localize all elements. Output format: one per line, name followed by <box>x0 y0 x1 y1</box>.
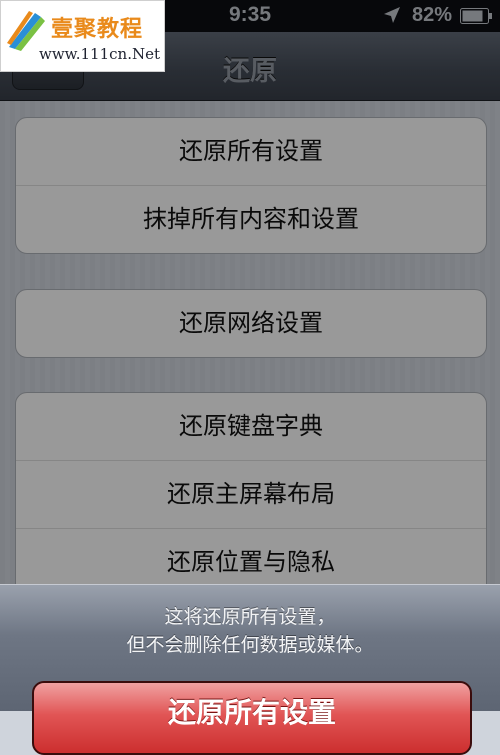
watermark-url: www.111cn.Net <box>39 45 160 63</box>
watermark-name: 壹聚教程 <box>51 16 144 42</box>
confirm-reset-button[interactable]: 还原所有设置 <box>32 681 472 755</box>
message-line-1: 这将还原所有设置， <box>164 606 336 628</box>
action-sheet: 这将还原所有设置， 但不会删除任何数据或媒体。 还原所有设置 <box>0 584 500 755</box>
action-sheet-message: 这将还原所有设置， 但不会删除任何数据或媒体。 <box>0 603 500 659</box>
message-line-2: 但不会删除任何数据或媒体。 <box>126 634 374 656</box>
watermark-logo: 壹聚教程 www.111cn.Net <box>0 0 165 72</box>
